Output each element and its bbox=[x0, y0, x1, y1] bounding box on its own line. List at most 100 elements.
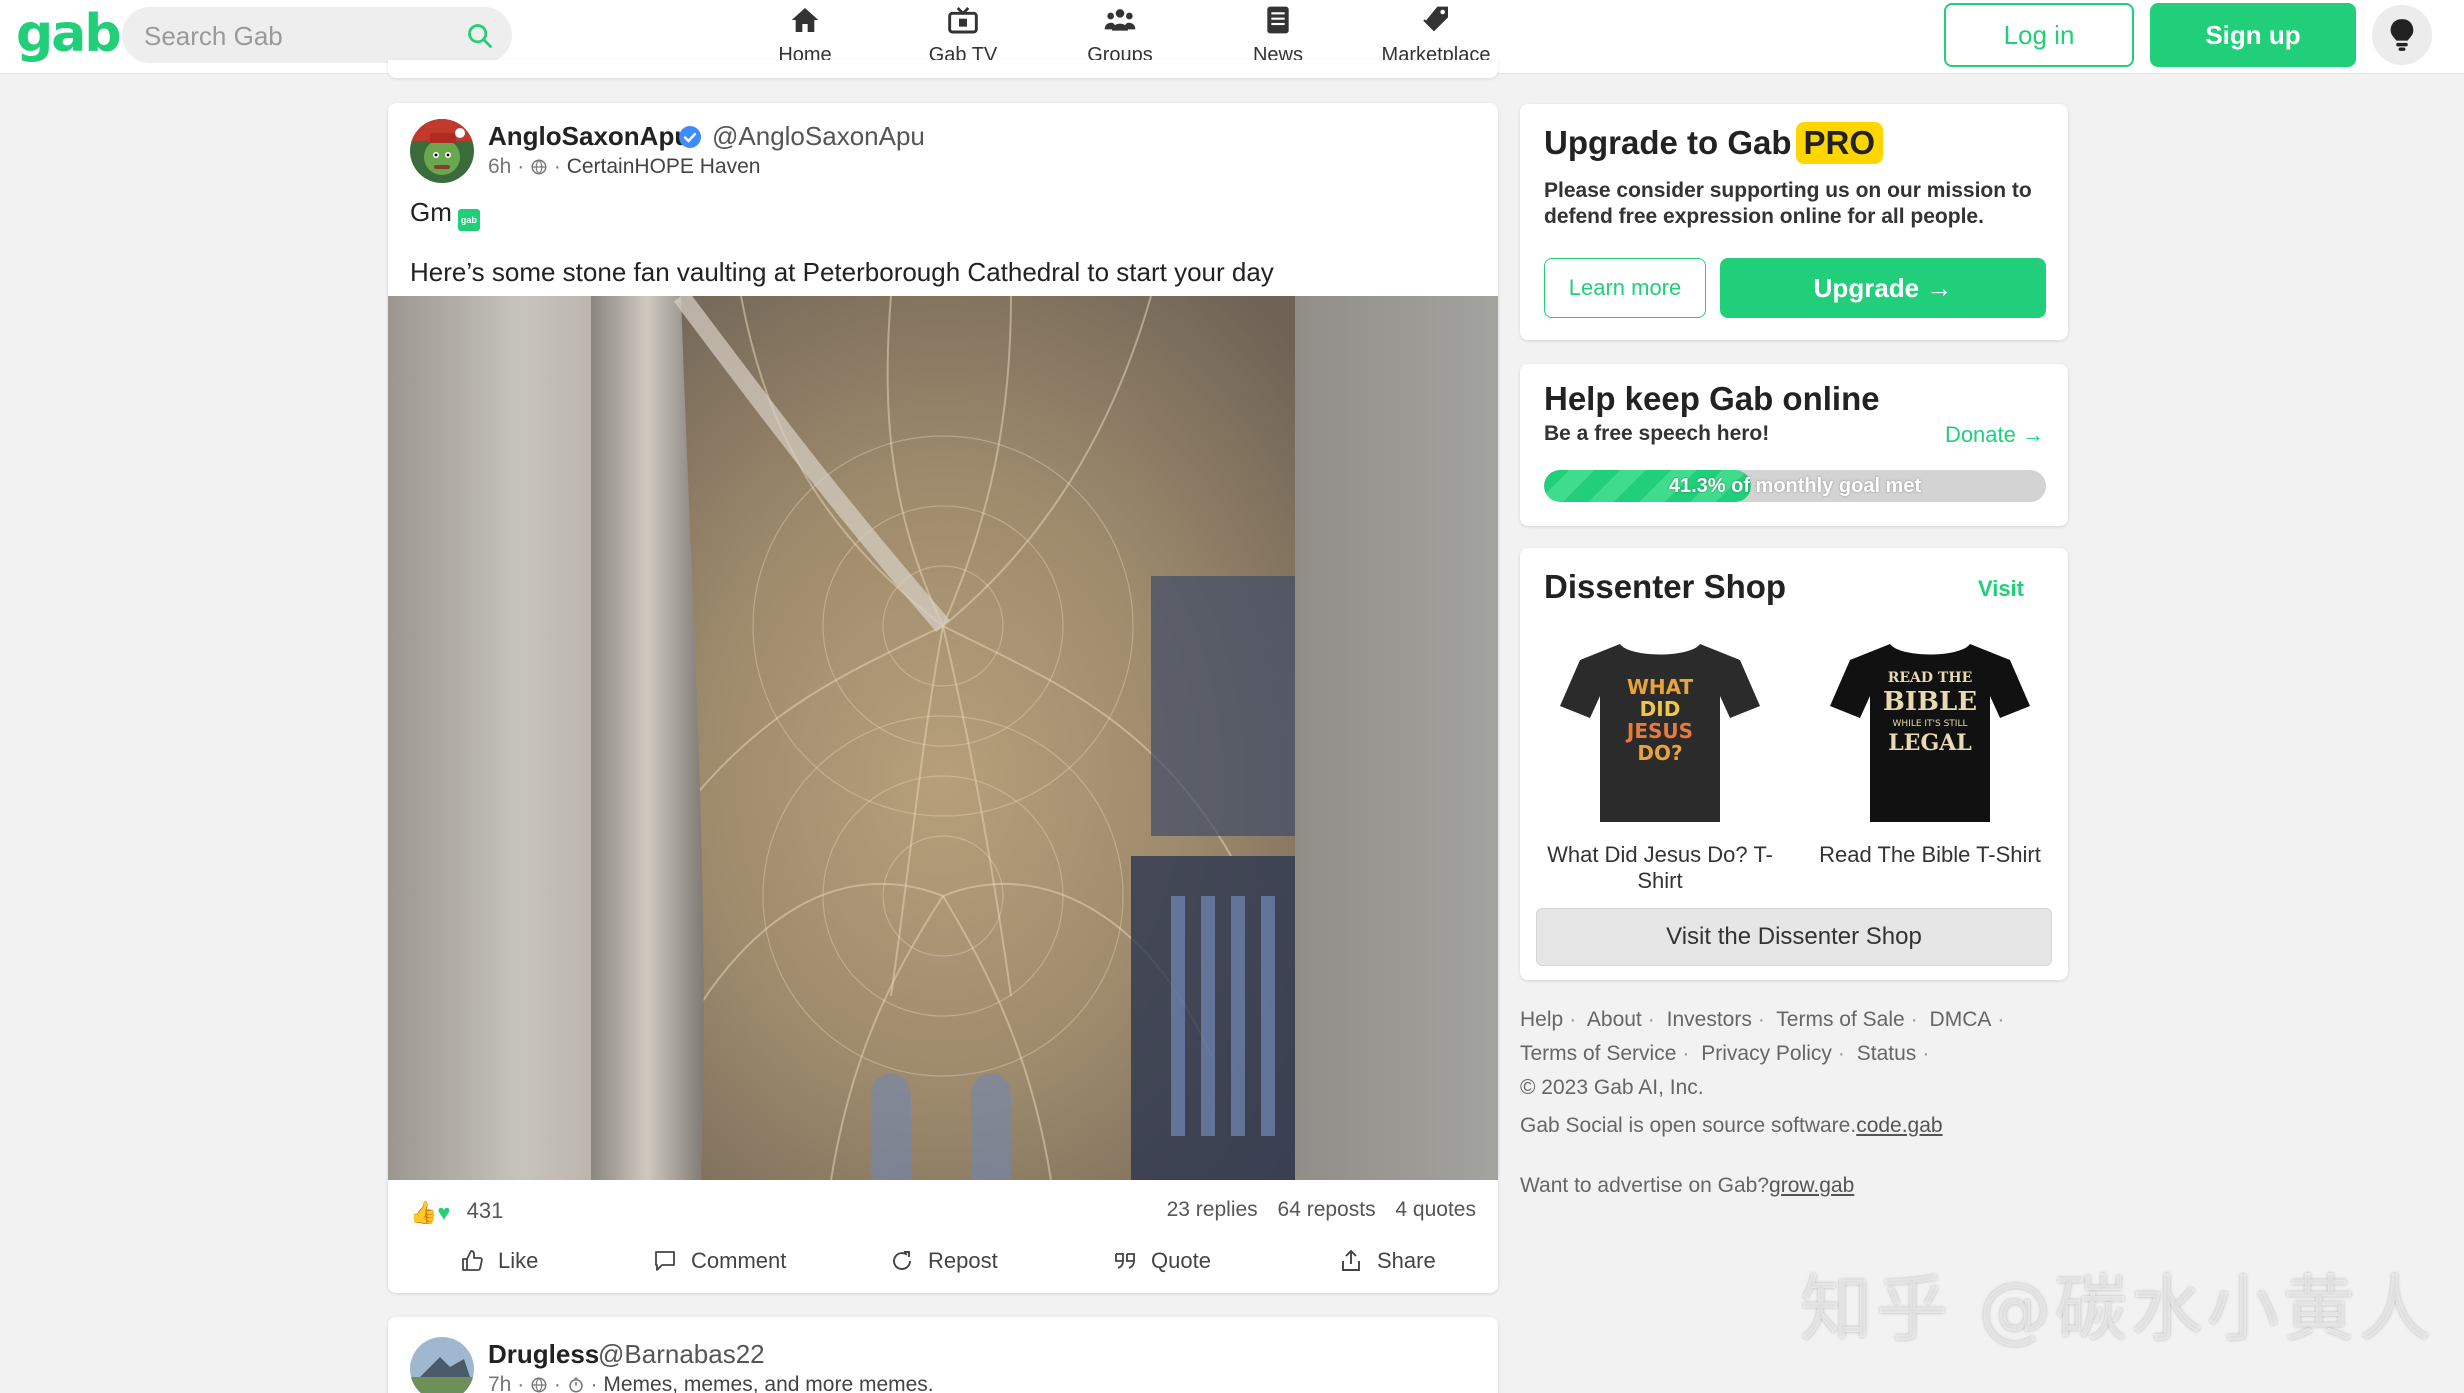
footer-link-privacy-policy[interactable]: Privacy Policy bbox=[1701, 1042, 1832, 1065]
footer-code-link[interactable]: code.gab bbox=[1856, 1114, 1942, 1137]
avatar[interactable] bbox=[410, 1337, 474, 1393]
search-input[interactable]: Search Gab bbox=[122, 7, 512, 63]
footer-link-about[interactable]: About bbox=[1587, 1008, 1642, 1031]
footer-links-row: Terms of Service · Privacy Policy · Status… bbox=[1520, 1042, 1930, 1065]
donate-link[interactable]: Donate → bbox=[1945, 422, 2044, 448]
quote-button[interactable]: Quote bbox=[1113, 1248, 1211, 1274]
post-text: Here’s some stone fan vaulting at Peterb… bbox=[410, 257, 1274, 287]
upgrade-pro-card: Upgrade to Gab PRO Please consider suppor… bbox=[1520, 104, 2068, 340]
visit-dissenter-shop-button[interactable]: Visit the Dissenter Shop bbox=[1536, 908, 2052, 966]
author-name[interactable]: Drugless bbox=[488, 1339, 599, 1370]
donate-title: Help keep Gab online bbox=[1544, 380, 1880, 417]
replies-count[interactable]: 23 replies bbox=[1167, 1198, 1258, 1221]
post-meta: 7h · · · Memes, memes, and more memes. bbox=[488, 1373, 934, 1393]
signup-button[interactable]: Sign up bbox=[2150, 3, 2356, 67]
search-placeholder: Search Gab bbox=[144, 21, 283, 51]
comment-label: Comment bbox=[691, 1248, 787, 1273]
thumbs-up-icon bbox=[462, 1250, 483, 1271]
search-icon[interactable] bbox=[466, 22, 494, 50]
footer-link-status[interactable]: Status bbox=[1857, 1042, 1917, 1065]
shirt-print-line: BIBLE bbox=[1883, 687, 1977, 717]
globe-icon bbox=[531, 159, 547, 175]
pro-card-title: Upgrade to Gab PRO bbox=[1544, 122, 1884, 164]
reposts-count[interactable]: 64 reposts bbox=[1278, 1198, 1376, 1221]
avatar-image bbox=[410, 119, 474, 183]
like-button[interactable]: Like bbox=[460, 1248, 538, 1274]
repost-button[interactable]: Repost bbox=[890, 1248, 998, 1274]
avatar-image bbox=[410, 1337, 474, 1393]
shirt-print-line: WHAT bbox=[1627, 675, 1694, 699]
shop-item-what-did-jesus-do[interactable]: WHAT DID JESUS DO? What Did Jesus Do? T-… bbox=[1540, 636, 1780, 894]
comment-button[interactable]: Comment bbox=[653, 1248, 786, 1274]
donation-progress-bar: 41.3% of monthly goal met bbox=[1544, 470, 2046, 502]
author-name[interactable]: AngloSaxonApu bbox=[488, 121, 690, 152]
footer-link-help[interactable]: Help bbox=[1520, 1008, 1563, 1031]
learn-more-button[interactable]: Learn more bbox=[1544, 258, 1706, 318]
verified-badge-icon bbox=[679, 126, 701, 148]
post-card: Drugless @Barnabas22 7h · · · Memes, mem… bbox=[388, 1317, 1498, 1393]
watermark: 知乎 @碳水小黄人 bbox=[1800, 1267, 2435, 1351]
post-actions: Like Comment Repost Quote Share bbox=[388, 1238, 1498, 1288]
post-card: AngloSaxonApu @AngloSaxonApu 6h · · Cert… bbox=[388, 103, 1498, 1293]
post-group-link[interactable]: Memes, memes, and more memes. bbox=[603, 1373, 933, 1393]
login-button[interactable]: Log in bbox=[1944, 3, 2134, 67]
footer-links-row: Help · About · Investors · Terms of Sale · D… bbox=[1520, 1008, 2005, 1031]
share-icon bbox=[1342, 1249, 1360, 1271]
theme-toggle-button[interactable] bbox=[2372, 5, 2432, 65]
quote-label: Quote bbox=[1151, 1248, 1211, 1273]
tv-icon bbox=[948, 7, 978, 34]
post-text-line: Gm gab bbox=[410, 197, 480, 231]
post-stats: 23 replies 64 reposts 4 quotes bbox=[1153, 1198, 1476, 1222]
reaction-count: 431 bbox=[466, 1198, 504, 1223]
quotes-count[interactable]: 4 quotes bbox=[1395, 1198, 1476, 1221]
pro-title-text: Upgrade to Gab bbox=[1544, 124, 1792, 161]
green-heart-reaction-icon: ♥ bbox=[437, 1200, 451, 1225]
shop-item-label: What Did Jesus Do? T-Shirt bbox=[1547, 842, 1773, 893]
shirt-print-line: WHILE IT'S STILL bbox=[1893, 719, 1968, 729]
share-label: Share bbox=[1377, 1248, 1436, 1273]
repost-icon bbox=[893, 1251, 911, 1270]
footer-ad-text: Want to advertise on Gab? bbox=[1520, 1174, 1770, 1197]
reactions-summary[interactable]: 👍♥ 431 bbox=[410, 1198, 503, 1226]
footer-link-terms-of-sale[interactable]: Terms of Sale bbox=[1776, 1008, 1904, 1031]
pro-badge: PRO bbox=[1795, 122, 1884, 164]
post-time[interactable]: 7h bbox=[488, 1373, 511, 1393]
lightbulb-icon bbox=[2390, 19, 2414, 51]
timer-icon bbox=[568, 1377, 583, 1393]
post-greeting: Gm bbox=[410, 197, 452, 227]
comment-icon bbox=[655, 1251, 675, 1271]
tag-icon bbox=[1423, 6, 1448, 32]
upgrade-button[interactable]: Upgrade → bbox=[1720, 258, 2046, 318]
shirt-print-line: LEGAL bbox=[1888, 730, 1972, 756]
post-group-link[interactable]: CertainHOPE Haven bbox=[567, 155, 761, 178]
quote-icon bbox=[1115, 1253, 1135, 1269]
gab-emoji-icon: gab bbox=[457, 209, 480, 231]
donate-subtitle: Be a free speech hero! bbox=[1544, 422, 1770, 445]
avatar[interactable] bbox=[410, 119, 474, 183]
footer-link-investors[interactable]: Investors bbox=[1667, 1008, 1752, 1031]
donation-progress-label: 41.3% of monthly goal met bbox=[1668, 475, 1922, 497]
previous-post-card-edge bbox=[388, 60, 1498, 78]
like-label: Like bbox=[498, 1248, 539, 1273]
share-button[interactable]: Share bbox=[1339, 1248, 1436, 1274]
shop-title: Dissenter Shop bbox=[1544, 568, 1787, 605]
post-time[interactable]: 6h bbox=[488, 155, 511, 178]
shop-visit-link[interactable]: Visit bbox=[1978, 576, 2024, 602]
pro-description: Please consider supporting us on our mis… bbox=[1544, 179, 2032, 228]
author-handle[interactable]: @Barnabas22 bbox=[598, 1339, 765, 1370]
home-icon bbox=[791, 8, 819, 32]
author-handle[interactable]: @AngloSaxonApu bbox=[712, 121, 925, 152]
post-image[interactable] bbox=[388, 296, 1498, 1180]
footer-grow-link[interactable]: grow.gab bbox=[1769, 1174, 1854, 1197]
footer-link-dmca[interactable]: DMCA bbox=[1930, 1008, 1992, 1031]
footer-open-source: Gab Social is open source software.code.… bbox=[1520, 1114, 2080, 1138]
gab-logo[interactable]: gab bbox=[16, 4, 122, 64]
shop-item-read-the-bible[interactable]: READ THE BIBLE WHILE IT'S STILL LEGAL Re… bbox=[1810, 636, 2050, 868]
tshirt-image: READ THE BIBLE WHILE IT'S STILL LEGAL bbox=[1830, 644, 2030, 822]
footer-oss-text: Gab Social is open source software. bbox=[1520, 1114, 1857, 1137]
globe-icon bbox=[531, 1377, 547, 1393]
footer-link-terms-of-service[interactable]: Terms of Service bbox=[1520, 1042, 1676, 1065]
groups-icon bbox=[1104, 9, 1136, 31]
tshirt-image: WHAT DID JESUS DO? bbox=[1560, 644, 1760, 822]
footer-advertise: Want to advertise on Gab?grow.gab bbox=[1520, 1174, 2080, 1198]
